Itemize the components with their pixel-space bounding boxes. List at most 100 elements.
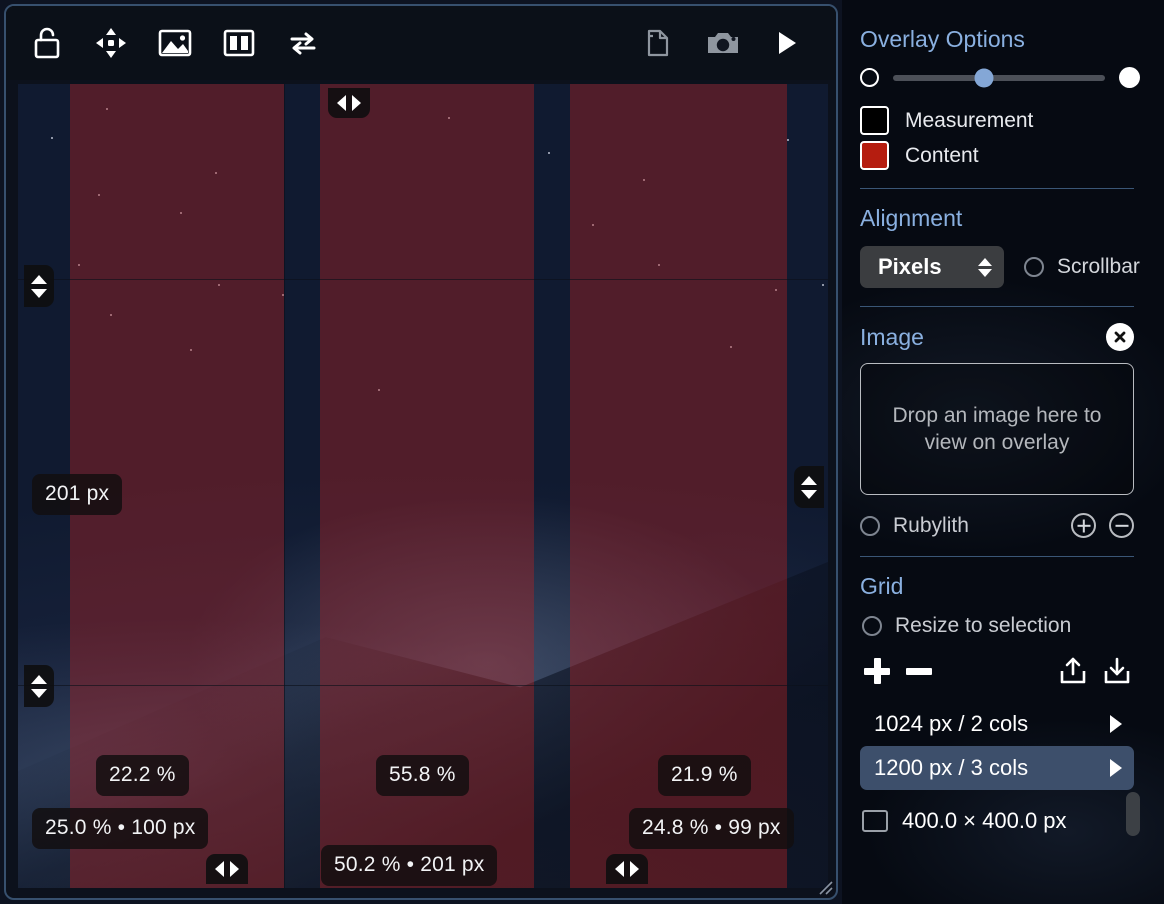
drag-handle-left-lower[interactable] [24, 665, 54, 707]
star [110, 314, 112, 316]
arrow-left-icon [337, 95, 346, 111]
star [180, 212, 182, 214]
overlay-options-title: Overlay Options [860, 26, 1025, 52]
copy-document-icon[interactable] [636, 20, 682, 66]
grid-size-label: 400.0 × 400.0 px [902, 808, 1067, 833]
chevron-right-icon[interactable] [1110, 759, 1122, 777]
export-grid-icon[interactable] [1056, 654, 1090, 688]
alignment-title: Alignment [860, 205, 963, 231]
drag-handle-top[interactable] [328, 88, 370, 118]
star [822, 284, 824, 286]
chevron-right-icon[interactable] [1110, 715, 1122, 733]
remove-grid-button[interactable] [902, 654, 936, 688]
play-icon[interactable] [764, 20, 810, 66]
image-dropzone-text: Drop an image here to view on overlay [892, 403, 1102, 454]
stepper-arrows-icon[interactable] [978, 257, 992, 277]
close-icon[interactable] [1106, 323, 1134, 351]
grid-title: Grid [860, 573, 904, 599]
rubylith-decrease-button[interactable] [1109, 513, 1134, 538]
swap-icon[interactable] [280, 20, 326, 66]
rubylith-row: Rubylith [852, 513, 1142, 538]
scrollbar-radio-row[interactable]: Scrollbar [1024, 255, 1140, 279]
rubylith-increase-button[interactable] [1071, 513, 1096, 538]
star [106, 108, 108, 110]
arrow-right-icon [230, 861, 239, 877]
resize-to-selection-label: Resize to selection [895, 614, 1072, 637]
grid-preset-1200-label: 1200 px / 3 cols [874, 755, 1029, 780]
image-dropzone[interactable]: Drop an image here to view on overlay [860, 363, 1134, 495]
col3-percent-label: 21.9 % [658, 755, 751, 796]
overlay-canvas[interactable]: 201 px 22.2 % 55.8 % 21.9 % 25.0 % • 100… [18, 84, 828, 888]
star [592, 224, 594, 226]
measurement-label: Measurement [905, 108, 1034, 132]
star [448, 117, 450, 119]
options-panel: Overlay Options Measurement Content Alig… [842, 0, 1164, 904]
lock-icon[interactable] [24, 20, 70, 66]
resize-grip-icon[interactable] [815, 877, 833, 895]
image-title: Image [860, 323, 924, 350]
star [548, 152, 550, 154]
star [775, 289, 777, 291]
toolbar-right-group [636, 20, 836, 66]
gridline-horizontal [18, 279, 828, 280]
grid-preset-1200[interactable]: 1200 px / 3 cols [860, 746, 1134, 790]
grid-actions-row [852, 654, 1142, 688]
drag-handle-bottom-left[interactable] [206, 854, 248, 884]
opacity-slider[interactable] [893, 68, 1105, 87]
resize-to-selection-row[interactable]: Resize to selection [852, 614, 1142, 638]
star [218, 284, 220, 286]
arrow-up-icon [31, 274, 47, 284]
arrow-left-icon [615, 861, 624, 877]
grid-size-row[interactable]: 400.0 × 400.0 px [852, 808, 1142, 834]
camera-icon[interactable] [700, 20, 746, 66]
content-color-row[interactable]: Content [852, 141, 1142, 170]
star [215, 172, 217, 174]
star [78, 264, 80, 266]
opacity-min-icon[interactable] [860, 68, 879, 87]
opacity-slider-row[interactable] [852, 67, 1142, 88]
left-height-label: 201 px [32, 474, 123, 515]
opacity-max-icon[interactable] [1119, 67, 1140, 88]
alignment-row: Pixels Scrollbar [852, 246, 1142, 288]
grid-size-checkbox[interactable] [862, 810, 888, 832]
image-section-header: Image [852, 323, 1142, 351]
add-grid-button[interactable] [860, 654, 894, 688]
arrow-up-icon [801, 475, 817, 485]
drag-handle-left-upper[interactable] [24, 265, 54, 307]
resize-to-selection-radio-icon[interactable] [862, 616, 882, 636]
overlay-app-window: 201 px 22.2 % 55.8 % 21.9 % 25.0 % • 100… [4, 4, 838, 900]
arrow-down-icon [801, 489, 817, 499]
alignment-select[interactable]: Pixels [860, 246, 1004, 288]
grid-preset-1024[interactable]: 1024 px / 2 cols [860, 702, 1134, 746]
measurement-swatch[interactable] [860, 106, 889, 135]
scrollbar-radio-icon[interactable] [1024, 257, 1044, 277]
star [658, 264, 660, 266]
toolbar-left-group [6, 20, 326, 66]
chevron-up-icon [978, 257, 992, 266]
panel-scrollbar[interactable] [1126, 792, 1140, 836]
star [190, 349, 192, 351]
alignment-select-value: Pixels [878, 254, 942, 279]
divider-1 [860, 188, 1134, 189]
arrow-up-icon [31, 674, 47, 684]
divider-2 [860, 306, 1134, 307]
opacity-slider-thumb[interactable] [974, 68, 994, 87]
import-grid-icon[interactable] [1100, 654, 1134, 688]
gridline-vertical [284, 84, 285, 888]
arrow-down-icon [31, 688, 47, 698]
drag-handle-right[interactable] [794, 466, 824, 508]
star [378, 389, 380, 391]
arrow-down-icon [31, 288, 47, 298]
move-icon[interactable] [88, 20, 134, 66]
columns-icon[interactable] [216, 20, 262, 66]
measurement-color-row[interactable]: Measurement [852, 106, 1142, 135]
content-swatch[interactable] [860, 141, 889, 170]
scrollbar-label: Scrollbar [1057, 255, 1140, 278]
rubylith-radio-icon[interactable] [860, 515, 880, 536]
star [51, 137, 53, 139]
star [730, 346, 732, 348]
rubylith-label: Rubylith [893, 513, 969, 537]
drag-handle-bottom-right[interactable] [606, 854, 648, 884]
star [98, 194, 100, 196]
image-icon[interactable] [152, 20, 198, 66]
